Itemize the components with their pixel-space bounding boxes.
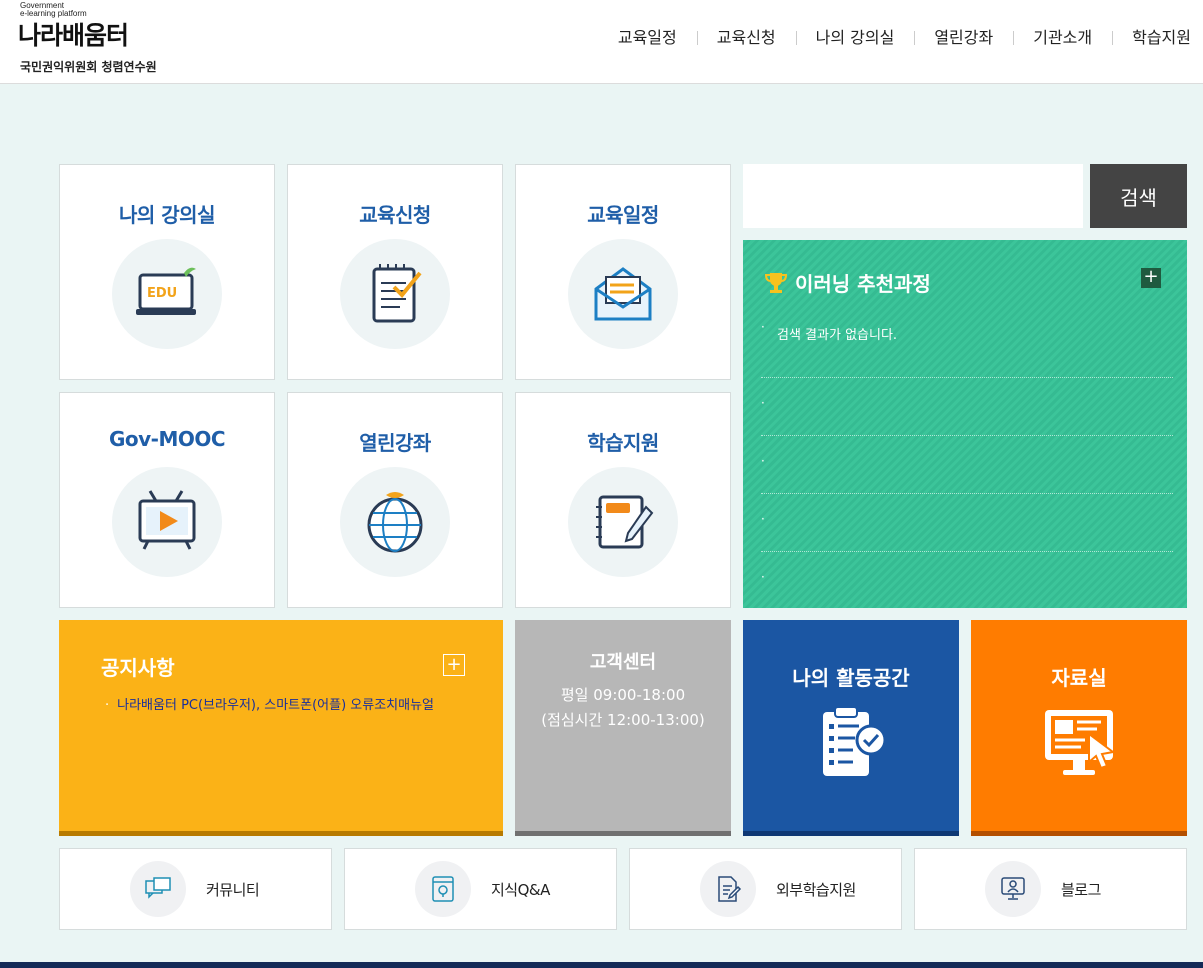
notice-item-text: 나라배움터 PC(브라우저), 스마트폰(어플) 오류조치매뉴얼 xyxy=(117,698,434,713)
main-nav: 교육일정 교육신청 나의 강의실 열린강좌 기관소개 학습지원 xyxy=(598,26,1191,50)
footer-bar xyxy=(0,962,1203,968)
trophy-icon xyxy=(764,272,788,293)
tile-edu-apply-circle xyxy=(340,239,450,349)
site-logo[interactable]: Government e-learning platform 나라배움터 국민권… xyxy=(18,2,218,80)
blog-icon-circle xyxy=(985,861,1041,917)
monitor-user-icon xyxy=(1001,877,1025,900)
search-input[interactable] xyxy=(743,164,1083,228)
knowledge-qa-link[interactable]: 지식Q&A xyxy=(344,848,617,930)
search-button[interactable]: 검색 xyxy=(1090,164,1187,228)
open-envelope-icon xyxy=(594,267,652,321)
library-tile[interactable]: 자료실 xyxy=(971,620,1187,836)
tile-my-classroom[interactable]: 나의 강의실 EDU xyxy=(59,164,275,380)
chat-bubble-icon xyxy=(145,877,171,899)
blog-link[interactable]: 블로그 xyxy=(914,848,1187,930)
list-item[interactable]: · xyxy=(761,552,1173,610)
list-item[interactable]: · xyxy=(761,494,1173,552)
external-study-icon-circle xyxy=(700,861,756,917)
list-item[interactable]: · 검색 결과가 없습니다. xyxy=(761,320,1173,378)
list-item-text: 검색 결과가 없습니다. xyxy=(777,328,898,343)
external-study-link[interactable]: 외부학습지원 xyxy=(629,848,902,930)
my-activity-title: 나의 활동공간 xyxy=(792,666,910,690)
tile-edu-schedule-circle xyxy=(568,239,678,349)
tile-gov-mooc-circle xyxy=(112,467,222,577)
tile-gov-mooc[interactable]: Gov-MOOC xyxy=(59,392,275,608)
recommended-courses-title-text: 이러닝 추천과정 xyxy=(795,272,931,296)
notice-item[interactable]: · 나라배움터 PC(브라우저), 스마트폰(어플) 오류조치매뉴얼 xyxy=(105,694,465,713)
tile-study-support-title: 학습지원 xyxy=(587,431,659,455)
library-title: 자료실 xyxy=(1051,666,1107,690)
tv-play-icon xyxy=(138,490,196,550)
nav-study-support[interactable]: 학습지원 xyxy=(1112,26,1191,50)
logo-subtitle: 국민권익위원회 청렴연수원 xyxy=(20,60,157,74)
community-icon-circle xyxy=(130,861,186,917)
tile-open-lecture[interactable]: 열린강좌 xyxy=(287,392,503,608)
tile-edu-schedule[interactable]: 교육일정 xyxy=(515,164,731,380)
customer-center-lunch: (점심시간 12:00-13:00) xyxy=(541,711,705,729)
tile-study-support-circle xyxy=(568,467,678,577)
my-activity-tile[interactable]: 나의 활동공간 xyxy=(743,620,959,836)
community-label: 커뮤니티 xyxy=(206,881,260,899)
edu-laptop-icon: EDU xyxy=(136,267,196,315)
recommended-course-list: · 검색 결과가 없습니다. · · · · xyxy=(761,320,1173,610)
nav-open-lecture[interactable]: 열린강좌 xyxy=(914,26,1013,50)
checklist-notepad-icon xyxy=(372,264,422,323)
nav-my-classroom[interactable]: 나의 강의실 xyxy=(795,26,915,50)
customer-center-panel: 고객센터 평일 09:00-18:00 (점심시간 12:00-13:00) xyxy=(515,620,731,836)
notice-title: 공지사항 xyxy=(101,656,175,680)
customer-center-hours: 평일 09:00-18:00 xyxy=(560,686,686,704)
tile-open-lecture-circle xyxy=(340,467,450,577)
nav-about[interactable]: 기관소개 xyxy=(1013,26,1112,50)
external-study-label: 외부학습지원 xyxy=(776,881,856,899)
customer-center-title: 고객센터 xyxy=(589,652,657,673)
list-item[interactable]: · xyxy=(761,378,1173,436)
blog-label: 블로그 xyxy=(1061,881,1101,899)
tile-gov-mooc-title: Gov-MOOC xyxy=(108,427,226,451)
tile-open-lecture-title: 열린강좌 xyxy=(359,431,431,455)
logo-title: 나라배움터 xyxy=(18,21,129,50)
header: Government e-learning platform 나라배움터 국민권… xyxy=(0,0,1203,84)
monitor-cursor-icon xyxy=(1045,710,1116,775)
edu-icon-text: EDU xyxy=(147,286,177,301)
recommended-courses-title: 이러닝 추천과정 xyxy=(763,268,931,297)
nav-edu-schedule[interactable]: 교육일정 xyxy=(598,26,697,50)
recommended-courses-panel: 이러닝 추천과정 + · 검색 결과가 없습니다. · · · · xyxy=(743,240,1187,608)
tile-my-classroom-circle: EDU xyxy=(112,239,222,349)
list-item[interactable]: · xyxy=(761,436,1173,494)
tile-edu-apply[interactable]: 교육신청 xyxy=(287,164,503,380)
community-link[interactable]: 커뮤니티 xyxy=(59,848,332,930)
nav-edu-apply[interactable]: 교육신청 xyxy=(696,26,796,50)
knowledge-qa-icon-circle xyxy=(415,861,471,917)
tile-edu-apply-title: 교육신청 xyxy=(359,203,431,227)
book-location-icon xyxy=(432,876,454,902)
tile-study-support[interactable]: 학습지원 xyxy=(515,392,731,608)
notice-panel: 공지사항 + · 나라배움터 PC(브라우저), 스마트폰(어플) 오류조치매뉴얼 xyxy=(59,620,503,836)
notebook-pencil-icon xyxy=(596,495,654,549)
knowledge-qa-label: 지식Q&A xyxy=(491,881,550,899)
globe-icon xyxy=(367,492,423,553)
notice-more-button[interactable]: + xyxy=(443,654,465,676)
recommended-more-button[interactable]: + xyxy=(1141,268,1161,288)
clipboard-check-icon xyxy=(823,706,887,776)
document-edit-icon xyxy=(718,876,742,902)
tile-my-classroom-title: 나의 강의실 xyxy=(119,203,215,227)
tile-edu-schedule-title: 교육일정 xyxy=(587,203,659,227)
